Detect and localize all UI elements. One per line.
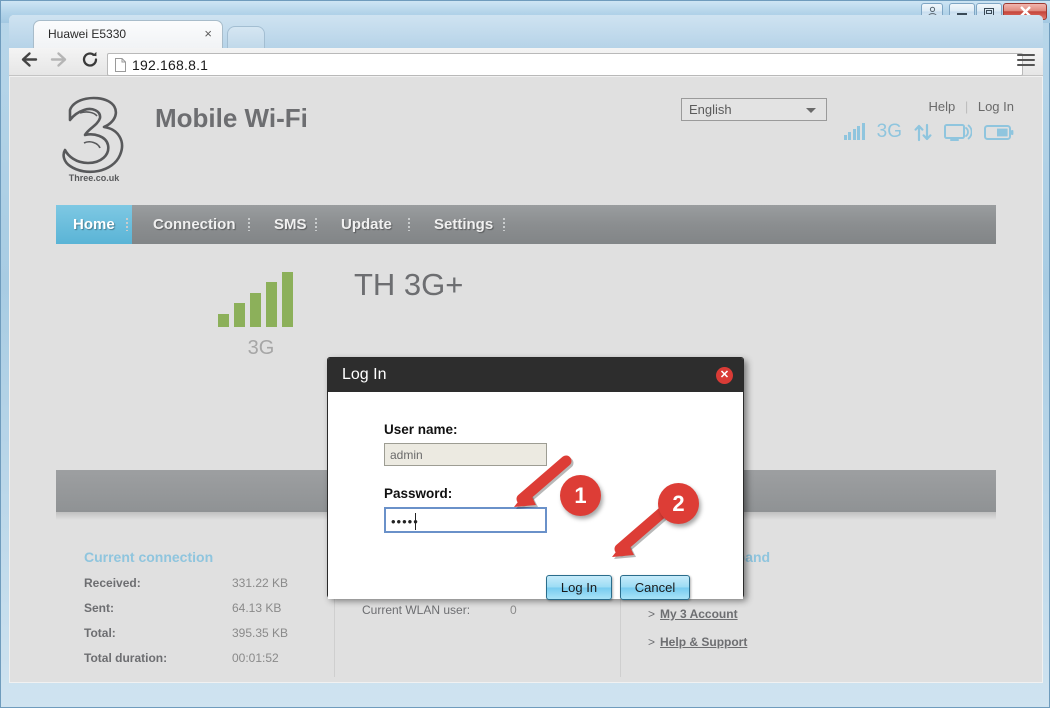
- tab-close-icon[interactable]: ×: [204, 26, 212, 41]
- browser-window: Huawei E5330 × 192.168.8.1 Three.co.uk M…: [9, 15, 1043, 683]
- stat-row: Received: 331.22 KB: [84, 576, 334, 590]
- stat-row: Sent: 64.13 KB: [84, 601, 334, 615]
- browser-tabstrip: Huawei E5330 ×: [9, 15, 1043, 48]
- cancel-button[interactable]: Cancel: [620, 575, 690, 600]
- bullet-arrow-icon: >: [648, 607, 656, 621]
- menu-line: [1017, 54, 1035, 56]
- nav-separator: [503, 218, 505, 231]
- header-login-link[interactable]: Log In: [978, 99, 1014, 114]
- address-bar[interactable]: 192.168.8.1: [107, 53, 1023, 76]
- text-caret: [415, 513, 416, 530]
- wlan-user-label: Current WLAN user:: [362, 603, 471, 617]
- page-document-icon: [115, 57, 126, 72]
- reload-icon: [82, 51, 98, 67]
- nav-item-sms[interactable]: SMS: [257, 205, 324, 244]
- language-select-value: English: [689, 102, 732, 117]
- menu-line: [1017, 64, 1035, 66]
- page-title: Mobile Wi-Fi: [155, 103, 308, 133]
- nav-item-connection[interactable]: Connection: [136, 205, 253, 244]
- current-connection-title: Current connection: [84, 549, 214, 565]
- nav-separator: [408, 218, 410, 231]
- link-separator: |: [964, 99, 969, 114]
- forward-button[interactable]: [49, 51, 69, 74]
- stat-label: Total duration:: [84, 651, 168, 665]
- new-tab-button[interactable]: [227, 26, 265, 48]
- login-dialog-title: Log In: [342, 366, 387, 383]
- password-label: Password:: [384, 486, 453, 501]
- back-arrow-icon: [21, 52, 38, 67]
- tab-title: Huawei E5330: [48, 27, 127, 41]
- os-window: Huawei E5330 × 192.168.8.1 Three.co.uk M…: [0, 0, 1050, 708]
- my-3-account-link[interactable]: My 3 Account: [660, 607, 738, 621]
- large-signal-strength-icon: [218, 272, 293, 327]
- stat-row: Total duration: 00:01:52: [84, 651, 334, 665]
- nav-separator: [126, 218, 128, 231]
- browser-menu-button[interactable]: [1017, 54, 1035, 69]
- nav-separator: [315, 218, 317, 231]
- reload-button[interactable]: [81, 51, 99, 74]
- stat-label: Sent:: [84, 601, 114, 615]
- nav-item-home[interactable]: Home: [56, 205, 132, 244]
- stat-row: Total: 395.35 KB: [84, 626, 334, 640]
- login-submit-button[interactable]: Log In: [546, 575, 612, 600]
- stat-label: Received:: [84, 576, 141, 590]
- link-row-help-support[interactable]: > Help & Support: [648, 635, 968, 649]
- browser-toolbar: 192.168.8.1: [9, 48, 1043, 76]
- nav-item-update[interactable]: Update: [324, 205, 409, 244]
- nav-item-settings[interactable]: Settings: [417, 205, 510, 244]
- site-header: Three.co.uk Mobile Wi-Fi English Help | …: [10, 77, 1042, 203]
- stat-value: 64.13 KB: [232, 601, 282, 615]
- menu-line: [1017, 59, 1035, 61]
- stat-row: Current WLAN user: 0: [362, 603, 612, 617]
- browser-tab[interactable]: Huawei E5330 ×: [33, 20, 223, 48]
- data-transfer-icon: [914, 123, 932, 141]
- stat-label: Total:: [84, 626, 116, 640]
- link-row-my-account[interactable]: > My 3 Account: [648, 607, 968, 621]
- language-select[interactable]: English: [681, 98, 827, 121]
- chevron-down-icon: [806, 108, 816, 113]
- wlan-user-value: 0: [510, 603, 517, 617]
- help-support-link[interactable]: Help & Support: [660, 635, 747, 649]
- three-logo-icon: [62, 96, 124, 174]
- address-bar-url: 192.168.8.1: [132, 56, 209, 73]
- battery-icon: [984, 124, 1014, 140]
- status-icon-bar: 3G: [843, 121, 1014, 143]
- close-icon[interactable]: ✕: [716, 367, 733, 384]
- forward-arrow-icon: [50, 52, 67, 67]
- web-page-viewport: Three.co.uk Mobile Wi-Fi English Help | …: [10, 77, 1042, 682]
- back-button[interactable]: [19, 51, 39, 74]
- stat-value: 331.22 KB: [232, 576, 289, 590]
- annotation-badge-2: 2: [658, 483, 699, 524]
- login-dialog-titlebar: Log In ✕: [328, 358, 743, 392]
- nav-separator: [248, 218, 250, 231]
- signal-strength-icon: [843, 123, 865, 140]
- stat-value: 00:01:52: [232, 651, 279, 665]
- username-label: User name:: [384, 422, 458, 437]
- network-type-label: 3G: [876, 121, 902, 142]
- logo-caption: Three.co.uk: [68, 173, 120, 183]
- stat-value: 395.35 KB: [232, 626, 289, 640]
- main-navigation: Home Connection SMS Update Settings: [56, 205, 996, 244]
- signal-network-label: 3G: [247, 337, 275, 359]
- header-links: Help | Log In: [928, 99, 1014, 114]
- help-link[interactable]: Help: [928, 99, 955, 114]
- bullet-arrow-icon: >: [648, 635, 656, 649]
- current-connection-panel: Current connection Received: 331.22 KB S…: [84, 549, 334, 665]
- wifi-monitor-icon: [944, 123, 972, 141]
- device-name: TH 3G+: [354, 267, 464, 302]
